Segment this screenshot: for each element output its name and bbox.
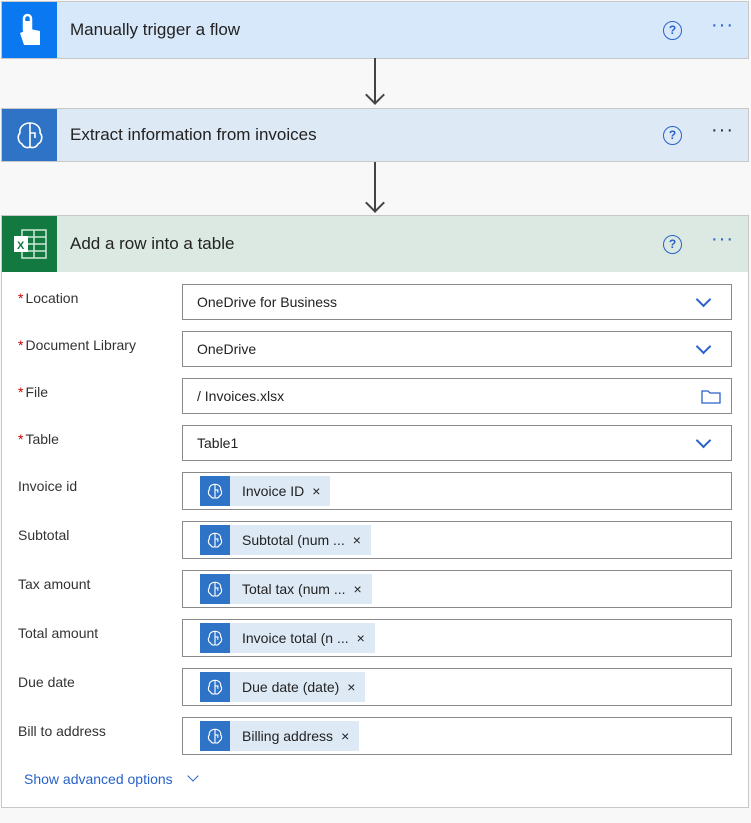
table-dropdown[interactable]: Table1 (182, 425, 732, 461)
step-title: Manually trigger a flow (70, 20, 240, 40)
location-value: OneDrive for Business (197, 294, 337, 310)
folder-icon[interactable] (701, 389, 721, 404)
token-input[interactable]: Invoice ID × (182, 472, 732, 510)
field-label: Total amount (2, 619, 182, 641)
dynamic-content-token[interactable]: Subtotal (num ... × (200, 525, 371, 555)
required-mark: * (18, 384, 23, 400)
required-mark: * (18, 337, 23, 353)
remove-token-icon[interactable]: × (353, 532, 371, 548)
file-label: File (25, 384, 48, 400)
library-value: OneDrive (197, 341, 256, 357)
field-row: Due date Due date (date) × (2, 668, 748, 706)
dynamic-content-token[interactable]: Due date (date) × (200, 672, 365, 702)
step-title: Add a row into a table (70, 234, 234, 254)
excel-icon: X (2, 216, 57, 272)
token-label: Billing address (230, 728, 341, 744)
help-icon[interactable]: ? (663, 21, 682, 40)
arrow-head (365, 85, 385, 105)
more-options-icon[interactable]: ··· (711, 14, 734, 37)
remove-token-icon[interactable]: × (341, 728, 359, 744)
file-value: / Invoices.xlsx (197, 388, 284, 404)
location-label: Location (25, 290, 78, 306)
dynamic-content-token[interactable]: Invoice total (n ... × (200, 623, 375, 653)
remove-token-icon[interactable]: × (353, 581, 371, 597)
chevron-down-icon (696, 339, 712, 355)
help-icon[interactable]: ? (663, 235, 682, 254)
table-label: Table (25, 431, 58, 447)
field-label: Subtotal (2, 521, 182, 543)
location-dropdown[interactable]: OneDrive for Business (182, 284, 732, 320)
ai-brain-icon (200, 623, 230, 653)
token-label: Total tax (num ... (230, 581, 353, 597)
ai-brain-icon (200, 721, 230, 751)
excel-card: X Add a row into a table ? ··· *Location… (1, 215, 749, 808)
ai-builder-card[interactable]: Extract information from invoices ? ··· (1, 108, 749, 162)
token-label: Invoice ID (230, 483, 312, 499)
chevron-down-icon (187, 770, 198, 781)
svg-text:X: X (17, 240, 25, 252)
field-row: Tax amount Total tax (num ... × (2, 570, 748, 608)
required-mark: * (18, 290, 23, 306)
chevron-down-icon (696, 433, 712, 449)
more-options-icon[interactable]: ··· (711, 228, 734, 251)
field-label: Bill to address (2, 717, 182, 739)
library-dropdown[interactable]: OneDrive (182, 331, 732, 367)
ai-brain-icon (200, 525, 230, 555)
token-input[interactable]: Due date (date) × (182, 668, 732, 706)
dynamic-content-token[interactable]: Billing address × (200, 721, 359, 751)
ai-brain-icon (2, 109, 57, 161)
field-row: Total amount Invoice total (n ... × (2, 619, 748, 657)
library-label: Document Library (25, 337, 136, 353)
token-input[interactable]: Total tax (num ... × (182, 570, 732, 608)
remove-token-icon[interactable]: × (347, 679, 365, 695)
token-label: Subtotal (num ... (230, 532, 353, 548)
token-label: Due date (date) (230, 679, 347, 695)
token-input[interactable]: Billing address × (182, 717, 732, 755)
table-value: Table1 (197, 435, 238, 451)
show-advanced-options-link[interactable]: Show advanced options (24, 771, 748, 787)
remove-token-icon[interactable]: × (312, 483, 330, 499)
file-input[interactable]: / Invoices.xlsx (182, 378, 732, 414)
chevron-down-icon (696, 292, 712, 308)
field-row: Bill to address Billing address × (2, 717, 748, 755)
field-label: Tax amount (2, 570, 182, 592)
field-row: Subtotal Subtotal (num ... × (2, 521, 748, 559)
trigger-card[interactable]: Manually trigger a flow ? ··· (1, 1, 749, 59)
field-label: Due date (2, 668, 182, 690)
dynamic-content-token[interactable]: Invoice ID × (200, 476, 330, 506)
arrow-head (365, 193, 385, 213)
token-input[interactable]: Invoice total (n ... × (182, 619, 732, 657)
step-title: Extract information from invoices (70, 125, 317, 145)
token-input[interactable]: Subtotal (num ... × (182, 521, 732, 559)
touch-icon (2, 2, 57, 58)
field-label: Invoice id (2, 472, 182, 494)
ai-brain-icon (200, 476, 230, 506)
help-icon[interactable]: ? (663, 126, 682, 145)
dynamic-content-token[interactable]: Total tax (num ... × (200, 574, 372, 604)
more-options-icon[interactable]: ··· (711, 119, 734, 142)
ai-brain-icon (200, 574, 230, 604)
field-row: Invoice id Invoice ID × (2, 472, 748, 510)
ai-brain-icon (200, 672, 230, 702)
remove-token-icon[interactable]: × (357, 630, 375, 646)
required-mark: * (18, 431, 23, 447)
token-label: Invoice total (n ... (230, 630, 357, 646)
